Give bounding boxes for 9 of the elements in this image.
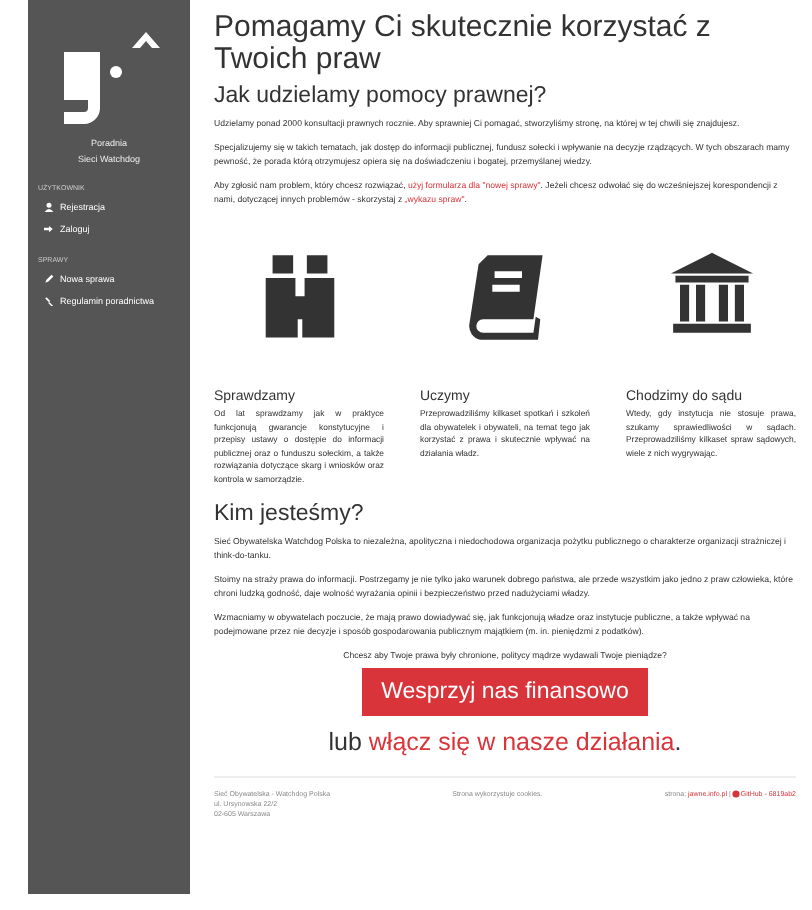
- join-sentence: lub włącz się w nasze działania.: [326, 728, 684, 756]
- user-icon: [44, 202, 54, 212]
- page-title: Pomagamy Ci skutecznie korzystać z Twoich praw: [214, 12, 713, 76]
- section-heading: Jak udzielamy pomocy prawnej?: [214, 84, 549, 108]
- join-link[interactable]: włącz się w nasze działania: [368, 728, 675, 756]
- pencil-icon: [44, 274, 54, 284]
- login-icon: [44, 224, 54, 234]
- section-heading: Kim jesteśmy?: [214, 502, 366, 526]
- donate-button[interactable]: Wesprzyj nas finansowo: [361, 668, 649, 716]
